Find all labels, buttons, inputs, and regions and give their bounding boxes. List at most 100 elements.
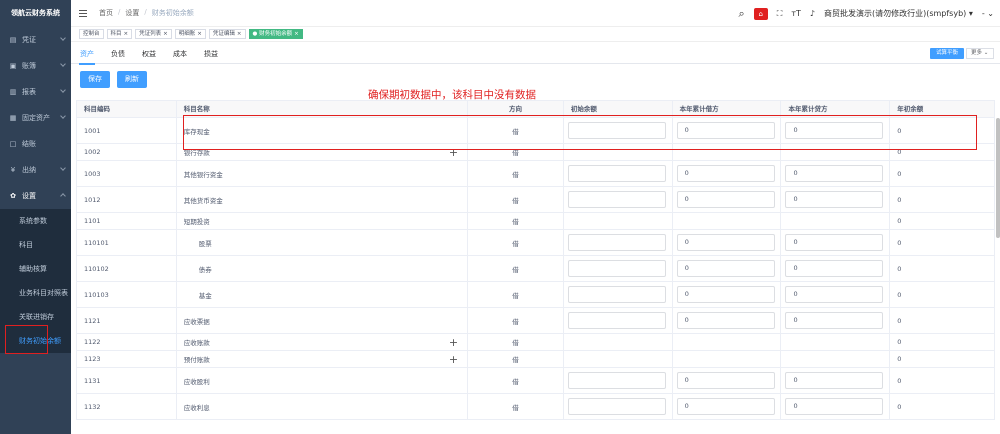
sidebar-item-fixed-assets[interactable]: ▦ 固定资产: [0, 105, 71, 131]
cell-name: 股票: [177, 230, 469, 255]
initial-balance-input[interactable]: [567, 165, 666, 182]
initial-balance: [564, 334, 673, 350]
cell-name: 基金: [177, 282, 469, 307]
fullscreen-icon[interactable]: ⛶: [777, 9, 783, 19]
year-debit-input[interactable]: 0: [676, 372, 775, 389]
year-credit-input[interactable]: 0: [785, 312, 884, 329]
scrollbar[interactable]: [996, 118, 1000, 238]
year-debit-input[interactable]: 0: [676, 286, 775, 303]
close-icon[interactable]: ×: [163, 31, 168, 37]
year-debit: 0: [673, 230, 782, 255]
search-icon[interactable]: ⌕: [739, 7, 745, 21]
cell-year-start: 0: [897, 169, 902, 178]
submenu-accounts[interactable]: 科目: [0, 233, 71, 257]
year-credit: 0: [781, 282, 891, 307]
cell-direction: 借: [468, 334, 564, 350]
year-credit: 0: [781, 230, 891, 255]
company-name: 商贸批发演示(请勿修改行业)(smpfsyb): [823, 9, 967, 18]
year-credit-input[interactable]: 0: [785, 372, 884, 389]
breadcrumb-current: 财务初始余额: [151, 9, 194, 17]
sidebar: 领航云财务系统 ▤ 凭证 ▣ 账簿 ▥ 报表 ▦ 固定资产 □ 结账 ¥ 出纳 …: [0, 0, 71, 434]
add-subaccount-icon[interactable]: +: [449, 353, 458, 366]
year-debit-input[interactable]: 0: [676, 260, 775, 277]
tag-initial-balance[interactable]: ● 财务初始余额 ×: [248, 29, 303, 39]
sidebar-item-label: 结账: [22, 140, 36, 148]
cell-year-start: 0: [897, 376, 902, 385]
more-menu-icon[interactable]: - ⌄: [982, 9, 994, 18]
tab-assets[interactable]: 资产: [79, 49, 95, 65]
sidebar-item-settings[interactable]: ✿ 设置: [0, 183, 71, 209]
submenu-auxiliary[interactable]: 辅助核算: [0, 257, 71, 281]
company-selector[interactable]: 商贸批发演示(请勿修改行业)(smpfsyb) ▾: [824, 8, 973, 19]
tab-liabilities[interactable]: 负债: [111, 49, 125, 59]
year-credit-input[interactable]: 0: [785, 234, 884, 251]
close-icon[interactable]: ×: [237, 31, 242, 37]
initial-balance: [564, 213, 673, 229]
close-icon[interactable]: ×: [197, 31, 202, 37]
initial-balance-input[interactable]: [567, 398, 666, 415]
sidebar-item-closing[interactable]: □ 结账: [0, 131, 71, 157]
year-debit-input[interactable]: 0: [676, 165, 775, 182]
tab-cost[interactable]: 成本: [173, 49, 187, 59]
more-dropdown[interactable]: 更多 ⌄: [966, 48, 994, 59]
tag-dashboard[interactable]: 控制台: [79, 29, 104, 39]
year-credit-input[interactable]: 0: [785, 191, 884, 208]
home-icon[interactable]: ⌂: [753, 7, 768, 20]
chevron-down-icon: [60, 35, 66, 41]
save-button[interactable]: 保存: [80, 71, 110, 88]
year-credit: [781, 351, 891, 367]
cell-year-start: 0: [897, 355, 902, 363]
submenu-system-params[interactable]: 系统参数: [0, 209, 71, 233]
trial-balance-button[interactable]: 试算平衡: [929, 48, 964, 59]
year-credit-input[interactable]: 0: [785, 165, 884, 182]
year-credit-input[interactable]: 0: [785, 398, 884, 415]
sidebar-item-voucher[interactable]: ▤ 凭证: [0, 27, 71, 53]
cell-code: 110101: [77, 230, 177, 255]
year-debit-input[interactable]: 0: [676, 398, 775, 415]
account-name: 其他银行资金: [183, 170, 223, 179]
hamburger-icon[interactable]: [79, 9, 87, 17]
initial-balance-input[interactable]: [567, 372, 666, 389]
year-credit-input[interactable]: 0: [785, 286, 884, 303]
account-name: 债券: [198, 265, 212, 274]
tag-label: 明细账: [178, 31, 196, 37]
initial-balance: [564, 308, 673, 333]
initial-balance-input[interactable]: [567, 234, 666, 251]
year-credit: 0: [781, 161, 891, 186]
tag-voucher-list[interactable]: 凭证列表 ×: [135, 29, 172, 39]
close-icon[interactable]: ×: [294, 31, 299, 37]
close-icon[interactable]: ×: [124, 31, 129, 37]
font-size-icon[interactable]: тT: [791, 9, 801, 18]
tag-accounts[interactable]: 科目 ×: [106, 29, 133, 39]
year-debit-input[interactable]: 0: [676, 191, 775, 208]
add-subaccount-icon[interactable]: +: [449, 336, 458, 349]
top-bar: 首页 / 设置 / 财务初始余额 ⌕ ⌂ ⛶ тT ♪ 商贸批发演示(请勿修改行…: [71, 0, 1000, 27]
initial-balance-input[interactable]: [567, 191, 666, 208]
tab-profit-loss[interactable]: 损益: [204, 49, 218, 59]
initial-balance-input[interactable]: [567, 260, 666, 277]
initial-balance-input[interactable]: [567, 312, 666, 329]
account-name: 股票: [198, 239, 212, 248]
sidebar-item-label: 固定资产: [22, 114, 50, 122]
account-name: 应收账款: [183, 339, 210, 347]
tab-equity[interactable]: 权益: [142, 49, 156, 59]
year-debit-input[interactable]: 0: [676, 312, 775, 329]
tag-detail-ledger[interactable]: 明细账 ×: [174, 29, 206, 39]
account-name: 其他货币资金: [183, 196, 223, 205]
chevron-down-icon: ⌄: [983, 50, 989, 56]
year-debit-input[interactable]: 0: [676, 234, 775, 251]
sidebar-item-cashier[interactable]: ¥ 出纳: [0, 157, 71, 183]
initial-balance: [564, 161, 673, 186]
cell-code: 1002: [77, 144, 177, 160]
tag-label: 凭证编辑: [212, 31, 235, 37]
tag-voucher-edit[interactable]: 凭证编辑 ×: [208, 29, 246, 39]
submenu-account-mapping[interactable]: 业务科目对照表: [0, 281, 71, 305]
bell-icon[interactable]: ♪: [810, 9, 815, 18]
sidebar-item-reports[interactable]: ▥ 报表: [0, 79, 71, 105]
refresh-button[interactable]: 刷新: [117, 71, 147, 88]
table-row: 1012 其他货币资金借 0 0 0: [76, 187, 995, 213]
year-credit-input[interactable]: 0: [785, 260, 884, 277]
initial-balance-input[interactable]: [567, 286, 666, 303]
sidebar-item-ledger[interactable]: ▣ 账簿: [0, 53, 71, 79]
breadcrumb-home[interactable]: 首页: [99, 8, 113, 18]
